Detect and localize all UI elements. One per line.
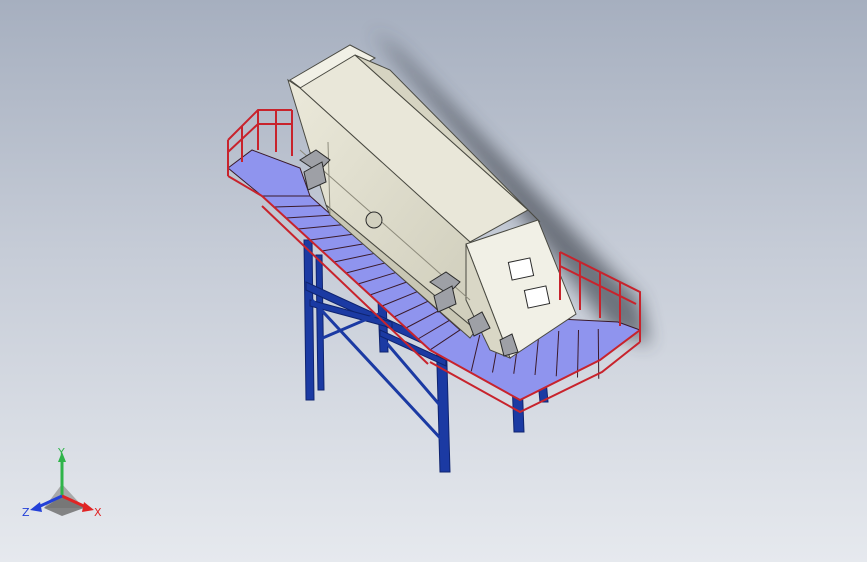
z-axis-arrow [30,502,42,512]
y-axis-label: Y [57,446,65,459]
x-axis-label: X [94,506,102,519]
3d-viewport[interactable]: Y X Z [0,0,867,562]
x-axis-arrow [82,502,94,512]
grating-bar [597,328,600,379]
triad-graphic: Y X Z [22,446,102,519]
view-orientation-triad[interactable]: Y X Z [22,446,108,526]
z-axis-label: Z [22,506,30,519]
feeder-model[interactable] [0,0,867,562]
